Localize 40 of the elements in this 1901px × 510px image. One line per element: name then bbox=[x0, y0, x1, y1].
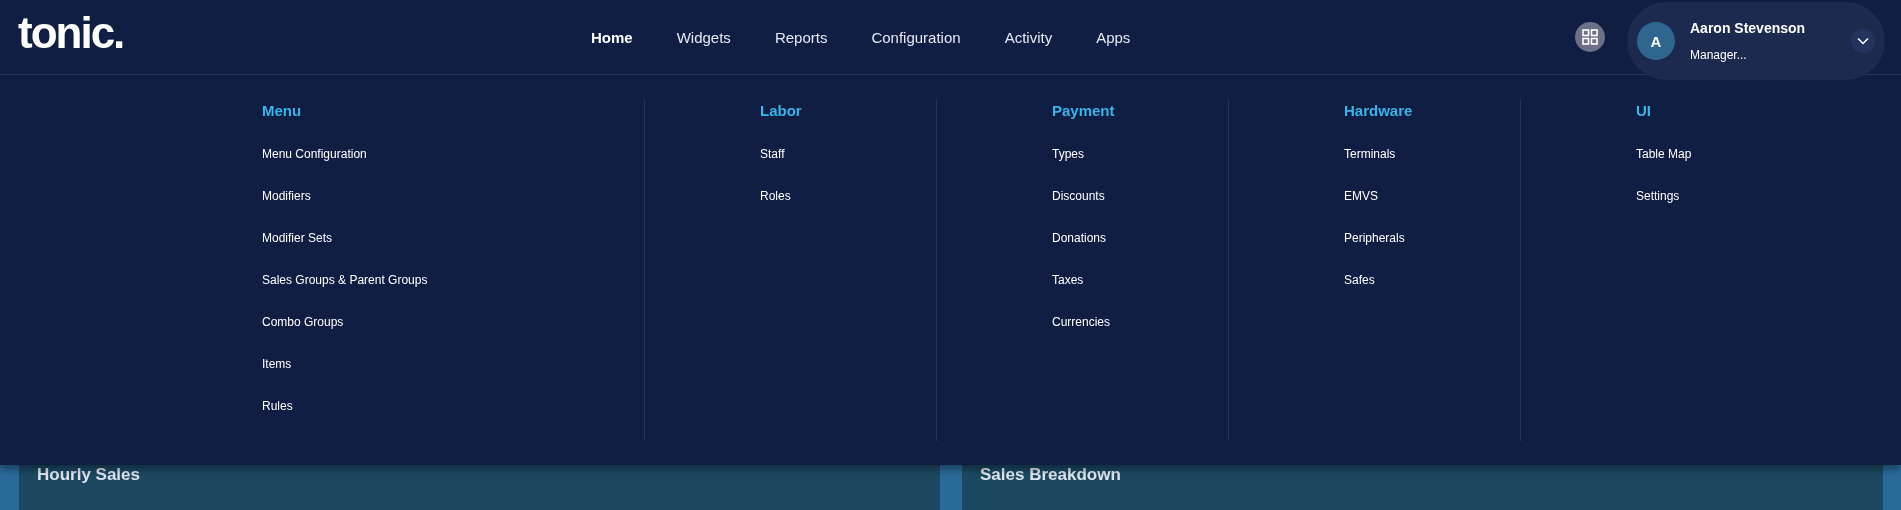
menu-link[interactable]: Discounts bbox=[1052, 189, 1228, 231]
user-role: Manager... bbox=[1690, 48, 1748, 62]
menu-link[interactable]: Terminals bbox=[1344, 147, 1520, 189]
menu-link[interactable]: Modifiers bbox=[262, 189, 644, 231]
menu-heading: Payment bbox=[1052, 102, 1116, 121]
logo: tonic. bbox=[18, 11, 125, 55]
menu-link[interactable]: Staff bbox=[760, 147, 936, 189]
menu-heading: UI bbox=[1636, 102, 1652, 121]
menu-link[interactable]: Rules bbox=[262, 399, 644, 441]
nav-tab[interactable]: Reports bbox=[752, 24, 850, 50]
nav-tab[interactable]: Widgets bbox=[654, 24, 753, 50]
menu-link[interactable]: Types bbox=[1052, 147, 1228, 189]
menu-link[interactable]: Modifier Sets bbox=[262, 231, 644, 273]
menu-link[interactable]: Safes bbox=[1344, 273, 1520, 315]
menu-link[interactable]: Menu Configuration bbox=[262, 147, 644, 189]
nav-tab[interactable]: Apps bbox=[1074, 24, 1153, 50]
menu-link[interactable]: Taxes bbox=[1052, 273, 1228, 315]
nav-tab[interactable]: Home bbox=[569, 24, 655, 50]
user-name: Aaron Stevenson bbox=[1690, 20, 1807, 36]
menu-link[interactable]: Currencies bbox=[1052, 315, 1228, 357]
menu-link[interactable]: Sales Groups & Parent Groups bbox=[262, 273, 644, 315]
nav-tab[interactable]: Activity bbox=[982, 24, 1075, 50]
user-menu[interactable]: A Aaron Stevenson Manager... bbox=[1627, 2, 1885, 80]
avatar: A bbox=[1637, 22, 1675, 60]
grid-icon[interactable] bbox=[1575, 22, 1605, 52]
nav-tab[interactable]: Configuration bbox=[849, 24, 983, 50]
menu-link[interactable]: Peripherals bbox=[1344, 231, 1520, 273]
menu-link[interactable]: Items bbox=[262, 357, 644, 399]
menu-link[interactable]: Roles bbox=[760, 189, 936, 231]
menu-heading: Labor bbox=[760, 102, 803, 121]
chevron-icon[interactable] bbox=[1851, 29, 1875, 53]
card-title: Hourly Sales bbox=[37, 465, 140, 484]
menu-link[interactable]: Combo Groups bbox=[262, 315, 644, 357]
menu-link[interactable]: Table Map bbox=[1636, 147, 1901, 189]
menu-link[interactable]: EMVS bbox=[1344, 189, 1520, 231]
menu-link[interactable]: Donations bbox=[1052, 231, 1228, 273]
card-title: Sales Breakdown bbox=[980, 465, 1121, 484]
menu-link[interactable]: Settings bbox=[1636, 189, 1901, 231]
menu-heading: Menu bbox=[262, 102, 303, 121]
menu-heading: Hardware bbox=[1344, 102, 1414, 121]
